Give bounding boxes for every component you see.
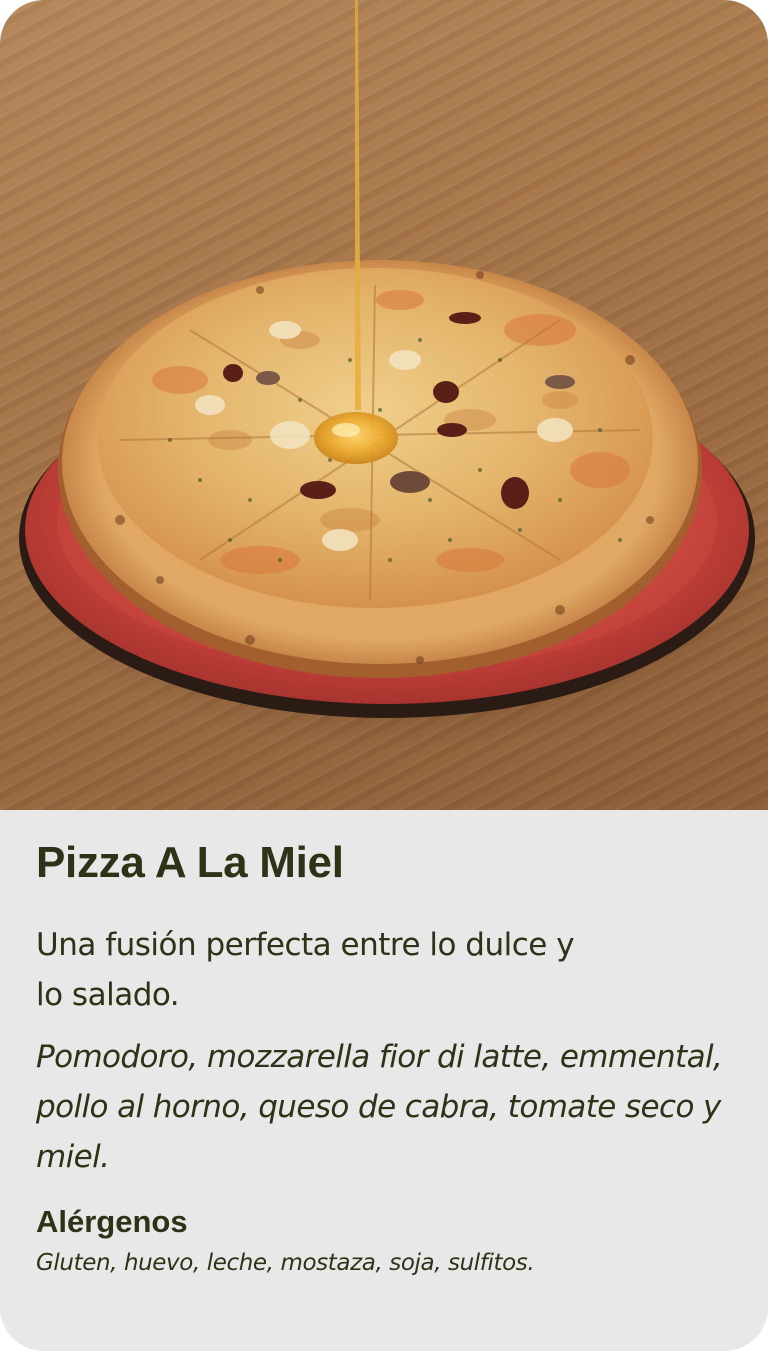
product-description: Una fusión perfecta entre lo dulce y lo …	[36, 927, 575, 1013]
product-ingredients: Pomodoro, mozzarella fior di latte, emme…	[36, 1039, 723, 1175]
product-name: Pizza A La Miel	[36, 838, 344, 887]
pizza-photo	[0, 0, 768, 810]
allergens-list: Gluten, huevo, leche, mostaza, soja, sul…	[36, 1250, 535, 1276]
pizza-illustration	[19, 0, 768, 750]
product-info-panel: Pizza A La Miel Una fusión perfecta entr…	[0, 810, 768, 1351]
product-card: Pizza A La Miel Una fusión perfecta entr…	[0, 0, 768, 1351]
allergens-heading: Alérgenos	[36, 1204, 188, 1239]
